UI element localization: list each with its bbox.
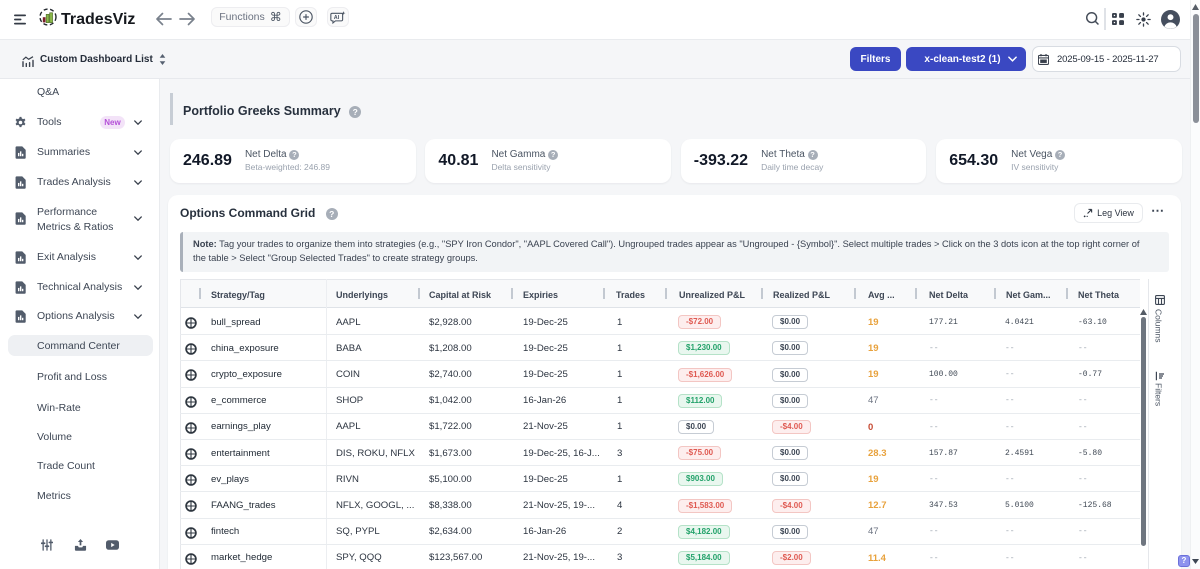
svg-text:AI: AI (334, 15, 340, 21)
